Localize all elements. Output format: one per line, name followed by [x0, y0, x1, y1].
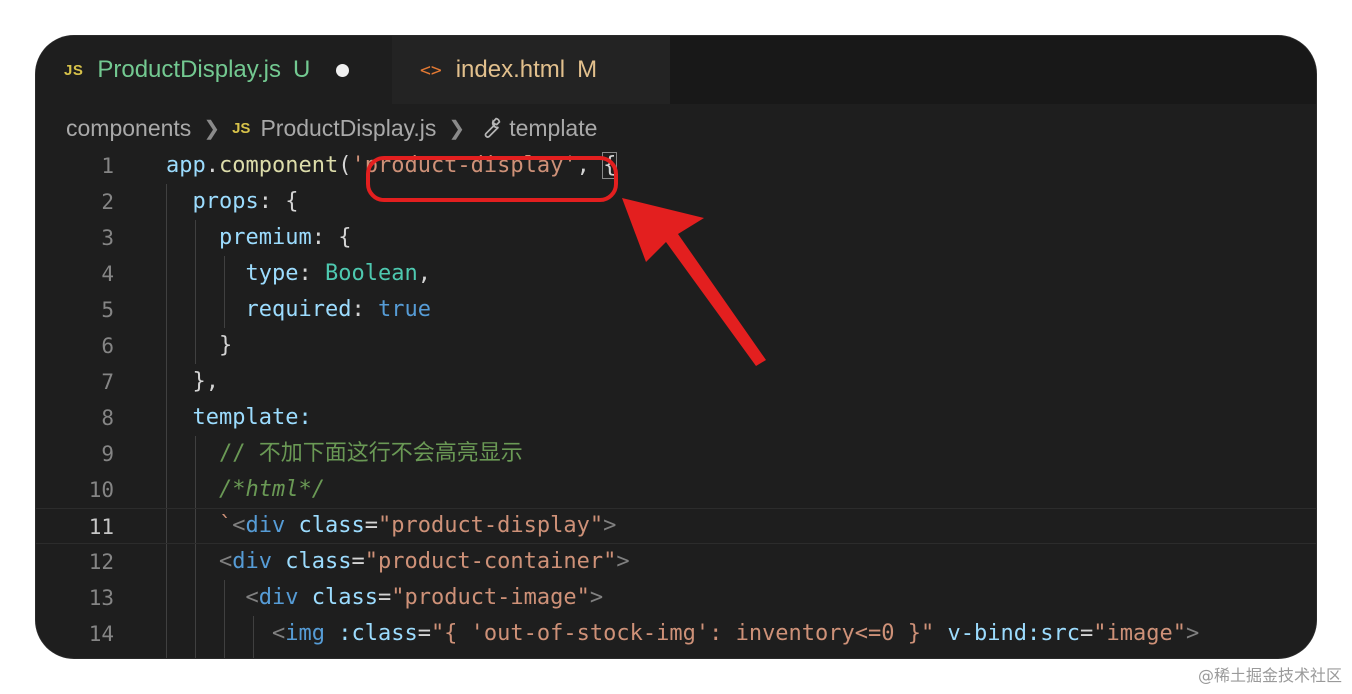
code-text: required: true: [245, 297, 431, 322]
line-number: 14: [88, 622, 114, 646]
code-text: `<div class="product-display">: [218, 513, 617, 538]
git-status-modified: M: [577, 56, 598, 83]
code-line[interactable]: 10 /*html*/: [36, 472, 1316, 508]
line-number: 3: [101, 226, 114, 250]
code-text: premium: {: [218, 225, 352, 250]
code-text: type: Boolean,: [245, 261, 431, 286]
line-number: 5: [101, 298, 114, 322]
breadcrumb-folder[interactable]: components: [66, 115, 191, 142]
line-number: 2: [101, 190, 114, 214]
code-line[interactable]: 5 required: true: [36, 292, 1316, 328]
code-text: }: [218, 333, 233, 358]
tab-productdisplay-js[interactable]: JS ProductDisplay.js U: [36, 36, 392, 104]
code-line[interactable]: 12 <div class="product-container">: [36, 544, 1316, 580]
code-text: <img :class="{ 'out-of-stock-img': inven…: [271, 621, 1200, 646]
code-line[interactable]: 1 app.component('product-display', {: [36, 148, 1316, 184]
code-text: },: [192, 369, 220, 394]
code-editor[interactable]: 1 app.component('product-display', { 2 p…: [36, 148, 1316, 658]
code-comment: // 不加下面这行不会高亮显示: [218, 441, 523, 466]
breadcrumb: components ❯ JS ProductDisplay.js ❯ temp…: [66, 108, 597, 148]
code-line[interactable]: 8 template:: [36, 400, 1316, 436]
html-file-icon: <>: [420, 59, 442, 81]
code-line[interactable]: 9 // 不加下面这行不会高亮显示: [36, 436, 1316, 472]
code-line[interactable]: 13 <div class="product-image">: [36, 580, 1316, 616]
line-number: 6: [101, 334, 114, 358]
code-text: <div class="product-container">: [218, 549, 630, 574]
line-number: 9: [101, 442, 114, 466]
line-number: 11: [88, 515, 114, 539]
chevron-right-icon: ❯: [448, 117, 466, 140]
code-text: /*html*/: [166, 472, 325, 508]
breadcrumb-file[interactable]: ProductDisplay.js: [260, 115, 436, 142]
watermark-text: @稀土掘金技术社区: [1197, 666, 1342, 685]
code-line[interactable]: 7 },: [36, 364, 1316, 400]
line-number: 4: [101, 262, 114, 286]
matched-bracket: {: [602, 152, 618, 179]
code-line[interactable]: 4 type: Boolean,: [36, 256, 1316, 292]
git-status-untracked: U: [292, 56, 311, 83]
code-text: // 不加下面这行不会高亮显示: [166, 436, 523, 472]
line-number: 10: [88, 478, 114, 502]
code-line[interactable]: 3 premium: {: [36, 220, 1316, 256]
line-number: 7: [101, 370, 114, 394]
wrench-icon: [477, 115, 503, 141]
line-number: 12: [88, 550, 114, 574]
line-number: 13: [88, 586, 114, 610]
tab-index-html[interactable]: <> index.html M: [392, 36, 670, 104]
javascript-file-icon: JS: [232, 119, 251, 137]
chevron-right-icon: ❯: [203, 117, 221, 140]
component-name-string: 'product-display': [351, 153, 577, 178]
unsaved-dot-icon[interactable]: [336, 63, 350, 77]
code-line-current[interactable]: 11 `<div class="product-display">: [36, 508, 1316, 544]
editor-window: JS ProductDisplay.js U <> index.html M c…: [36, 36, 1316, 658]
code-comment: /*html*/: [218, 477, 325, 502]
code-line[interactable]: 14 <img :class="{ 'out-of-stock-img': in…: [36, 616, 1316, 652]
code-text: app.component('product-display', {: [166, 152, 618, 179]
line-number: 8: [101, 406, 114, 430]
tab-label: index.html: [455, 56, 566, 83]
breadcrumb-symbol[interactable]: template: [509, 115, 597, 142]
code-text: template:: [192, 405, 312, 430]
tab-bar: JS ProductDisplay.js U <> index.html M: [36, 36, 1316, 104]
line-number: 1: [101, 154, 114, 178]
code-line[interactable]: 6 }: [36, 328, 1316, 364]
code-line[interactable]: 2 props: {: [36, 184, 1316, 220]
tab-label: ProductDisplay.js: [97, 56, 281, 83]
javascript-file-icon: JS: [64, 61, 84, 79]
code-text: props: {: [192, 189, 299, 214]
code-text: <div class="product-image">: [245, 585, 604, 610]
